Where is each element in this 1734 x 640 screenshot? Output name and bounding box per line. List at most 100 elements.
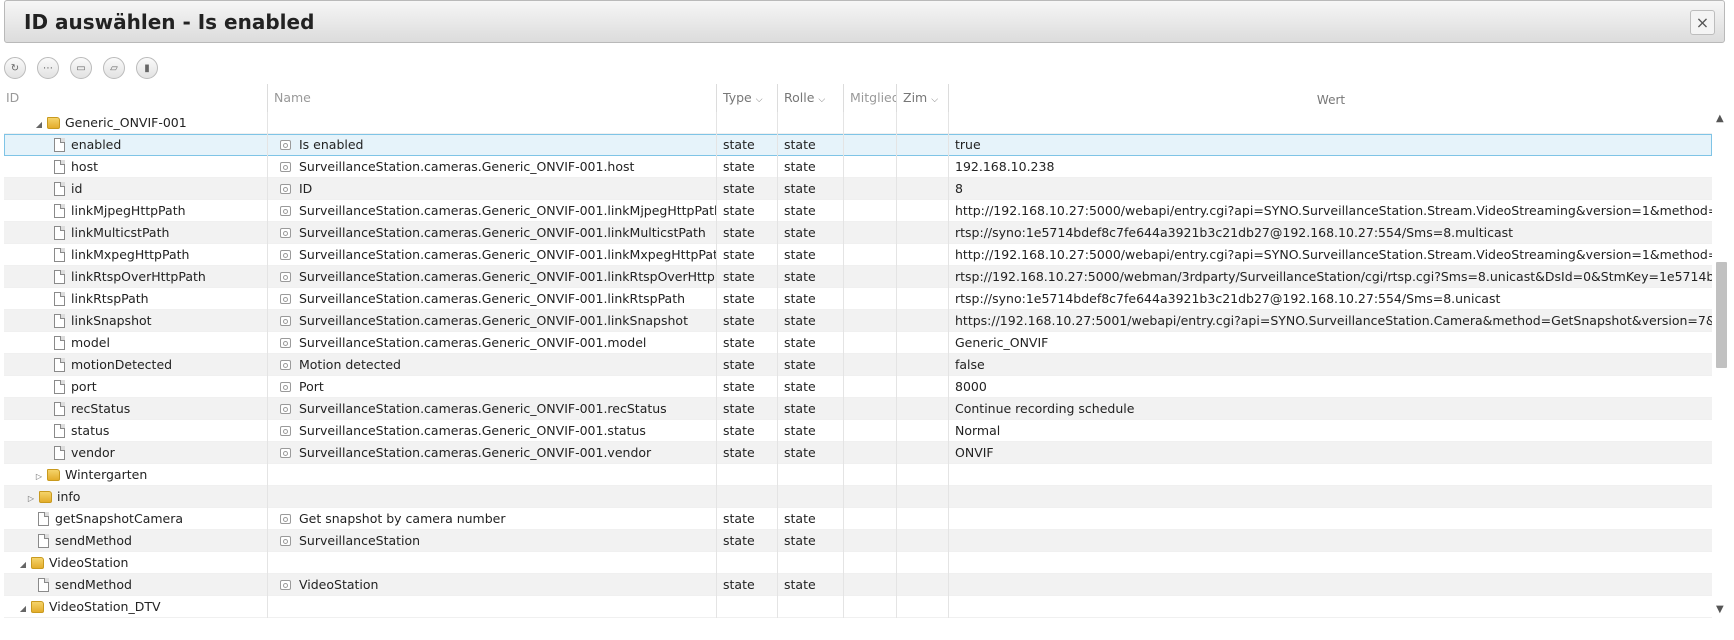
row-room-cell	[897, 464, 949, 486]
row-type-cell	[717, 486, 778, 508]
columns-icon: ▮	[144, 62, 150, 74]
table-row[interactable]: sendMethod SurveillanceStation state state	[4, 530, 1712, 552]
table-row[interactable]: recStatus SurveillanceStation.cameras.Gen…	[4, 398, 1712, 420]
table-row[interactable]: model SurveillanceStation.cameras.Generic…	[4, 332, 1712, 354]
table-row[interactable]: linkRtspOverHttpPath SurveillanceStation.…	[4, 266, 1712, 288]
row-id-cell[interactable]: vendor	[4, 442, 268, 464]
row-type-cell: state	[717, 574, 778, 596]
vertical-scrollbar[interactable]: ▲ ▼	[1713, 112, 1730, 620]
row-name-cell	[268, 112, 717, 134]
row-name-label: Motion detected	[299, 357, 401, 372]
column-header-type[interactable]: Type ⌵	[717, 84, 778, 112]
row-id-cell[interactable]: ▷ info	[4, 486, 268, 508]
column-header-name-label: Name	[274, 90, 311, 105]
row-name-label: SurveillanceStation.cameras.Generic_ONVI…	[299, 291, 686, 306]
row-id-cell[interactable]: sendMethod	[4, 574, 268, 596]
table-row[interactable]: status SurveillanceStation.cameras.Generi…	[4, 420, 1712, 442]
row-role-cell: state	[778, 332, 844, 354]
table-row[interactable]: id ID state state 8	[4, 178, 1712, 200]
row-value-cell	[949, 508, 1712, 530]
table-row[interactable]: linkRtspPath SurveillanceStation.cameras.…	[4, 288, 1712, 310]
row-id-cell[interactable]: ◢ VideoStation	[4, 552, 268, 574]
folder-button[interactable]: ▭	[70, 57, 92, 79]
row-id-cell[interactable]: motionDetected	[4, 354, 268, 376]
scroll-up-icon[interactable]: ▲	[1716, 113, 1724, 124]
table-row[interactable]: linkMxpegHttpPath SurveillanceStation.cam…	[4, 244, 1712, 266]
row-id-cell[interactable]: port	[4, 376, 268, 398]
state-icon	[280, 140, 291, 150]
table-row[interactable]: port Port state state 8000	[4, 376, 1712, 398]
collapse-all-button[interactable]: ⋯	[37, 57, 59, 79]
row-id-cell[interactable]: linkSnapshot	[4, 310, 268, 332]
row-id-cell[interactable]: id	[4, 178, 268, 200]
column-header-value[interactable]: Wert	[949, 84, 1713, 112]
column-header-role[interactable]: Rolle ⌵	[778, 84, 844, 112]
row-id-label: sendMethod	[55, 577, 132, 592]
column-header-name[interactable]: Name	[268, 84, 717, 112]
row-id-cell[interactable]: host	[4, 156, 268, 178]
row-id-cell[interactable]: linkMulticstPath	[4, 222, 268, 244]
table-row[interactable]: host SurveillanceStation.cameras.Generic_…	[4, 156, 1712, 178]
collapsed-arrow-icon[interactable]: ▷	[26, 488, 36, 508]
row-id-cell[interactable]: linkRtspOverHttpPath	[4, 266, 268, 288]
table-row[interactable]: enabled Is enabled state state true	[4, 134, 1712, 156]
row-id-cell[interactable]: model	[4, 332, 268, 354]
row-id-cell[interactable]: enabled	[4, 134, 268, 156]
file-icon	[54, 138, 65, 152]
column-header-id[interactable]: ID	[0, 84, 268, 112]
scroll-down-icon[interactable]: ▼	[1716, 604, 1724, 615]
table-row[interactable]: motionDetected Motion detected state state f…	[4, 354, 1712, 376]
row-role-cell: state	[778, 310, 844, 332]
row-room-cell	[897, 332, 949, 354]
state-icon	[280, 338, 291, 348]
table-row[interactable]: ◢ Generic_ONVIF-001	[4, 112, 1712, 134]
state-icon	[280, 382, 291, 392]
dialog-title: ID auswählen - Is enabled	[24, 10, 315, 34]
expanded-arrow-icon[interactable]: ◢	[18, 554, 28, 574]
collapsed-arrow-icon[interactable]: ▷	[34, 466, 44, 486]
expanded-arrow-icon[interactable]: ◢	[18, 598, 28, 618]
table-row[interactable]: sendMethod VideoStation state state	[4, 574, 1712, 596]
file-icon	[54, 270, 65, 284]
table-row[interactable]: getSnapshotCamera Get snapshot by camera …	[4, 508, 1712, 530]
columns-button[interactable]: ▮	[136, 57, 158, 79]
scrollbar-thumb[interactable]	[1716, 262, 1727, 368]
table-row[interactable]: linkSnapshot SurveillanceStation.cameras.…	[4, 310, 1712, 332]
close-button[interactable]: ×	[1690, 10, 1715, 35]
row-role-cell: state	[778, 222, 844, 244]
row-id-cell[interactable]: status	[4, 420, 268, 442]
file-icon	[54, 380, 65, 394]
table-row[interactable]: ▷ info	[4, 486, 1712, 508]
row-id-label: Wintergarten	[65, 467, 148, 482]
table-row[interactable]: ▷ Wintergarten	[4, 464, 1712, 486]
expanded-arrow-icon[interactable]: ◢	[34, 114, 44, 134]
row-id-cell[interactable]: getSnapshotCamera	[4, 508, 268, 530]
row-id-cell[interactable]: sendMethod	[4, 530, 268, 552]
row-type-cell: state	[717, 222, 778, 244]
table-row[interactable]: ◢ VideoStation	[4, 552, 1712, 574]
row-room-cell	[897, 376, 949, 398]
folder-open-button[interactable]: ▱	[103, 57, 125, 79]
row-name-cell: SurveillanceStation.cameras.Generic_ONVI…	[268, 222, 717, 244]
column-header-room[interactable]: Zim ⌵	[897, 84, 949, 112]
state-icon	[280, 316, 291, 326]
table-row[interactable]: linkMjpegHttpPath SurveillanceStation.cam…	[4, 200, 1712, 222]
row-id-cell[interactable]: ◢ VideoStation_DTV	[4, 596, 268, 618]
row-id-cell[interactable]: linkRtspPath	[4, 288, 268, 310]
row-room-cell	[897, 354, 949, 376]
table-row[interactable]: ◢ VideoStation_DTV	[4, 596, 1712, 618]
row-id-cell[interactable]: linkMjpegHttpPath	[4, 200, 268, 222]
row-id-cell[interactable]: ▷ Wintergarten	[4, 464, 268, 486]
column-header-members[interactable]: Mitglied	[844, 84, 897, 112]
row-members-cell	[844, 288, 897, 310]
table-row[interactable]: vendor SurveillanceStation.cameras.Generi…	[4, 442, 1712, 464]
row-role-cell: state	[778, 200, 844, 222]
refresh-button[interactable]: ↻	[4, 57, 26, 79]
row-name-cell: VideoStation	[268, 574, 717, 596]
row-type-cell: state	[717, 244, 778, 266]
row-id-cell[interactable]: linkMxpegHttpPath	[4, 244, 268, 266]
row-name-cell: SurveillanceStation.cameras.Generic_ONVI…	[268, 288, 717, 310]
row-id-cell[interactable]: recStatus	[4, 398, 268, 420]
table-row[interactable]: linkMulticstPath SurveillanceStation.came…	[4, 222, 1712, 244]
row-id-cell[interactable]: ◢ Generic_ONVIF-001	[4, 112, 268, 134]
